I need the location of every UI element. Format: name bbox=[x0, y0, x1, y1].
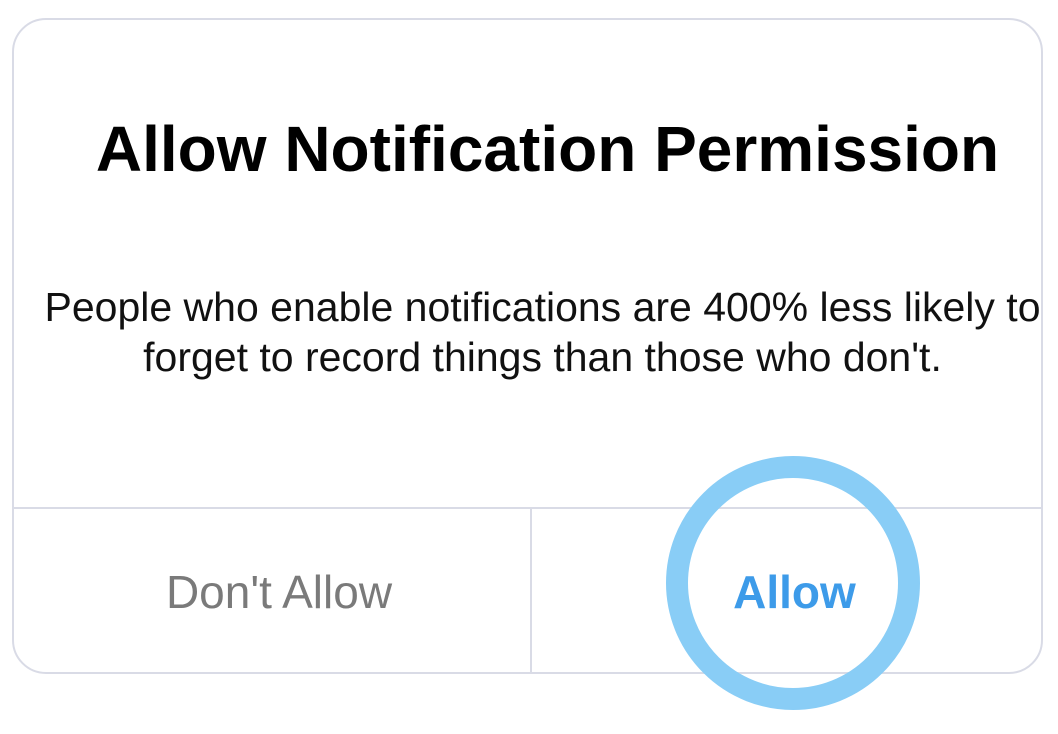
allow-button[interactable]: Allow bbox=[532, 509, 1043, 674]
dont-allow-button[interactable]: Don't Allow bbox=[14, 509, 530, 674]
dialog-title: Allow Notification Permission bbox=[95, 113, 1000, 185]
dialog-message: People who enable notifications are 400%… bbox=[44, 284, 1041, 380]
notification-permission-dialog: Allow Notification Permission People who… bbox=[12, 18, 1043, 674]
